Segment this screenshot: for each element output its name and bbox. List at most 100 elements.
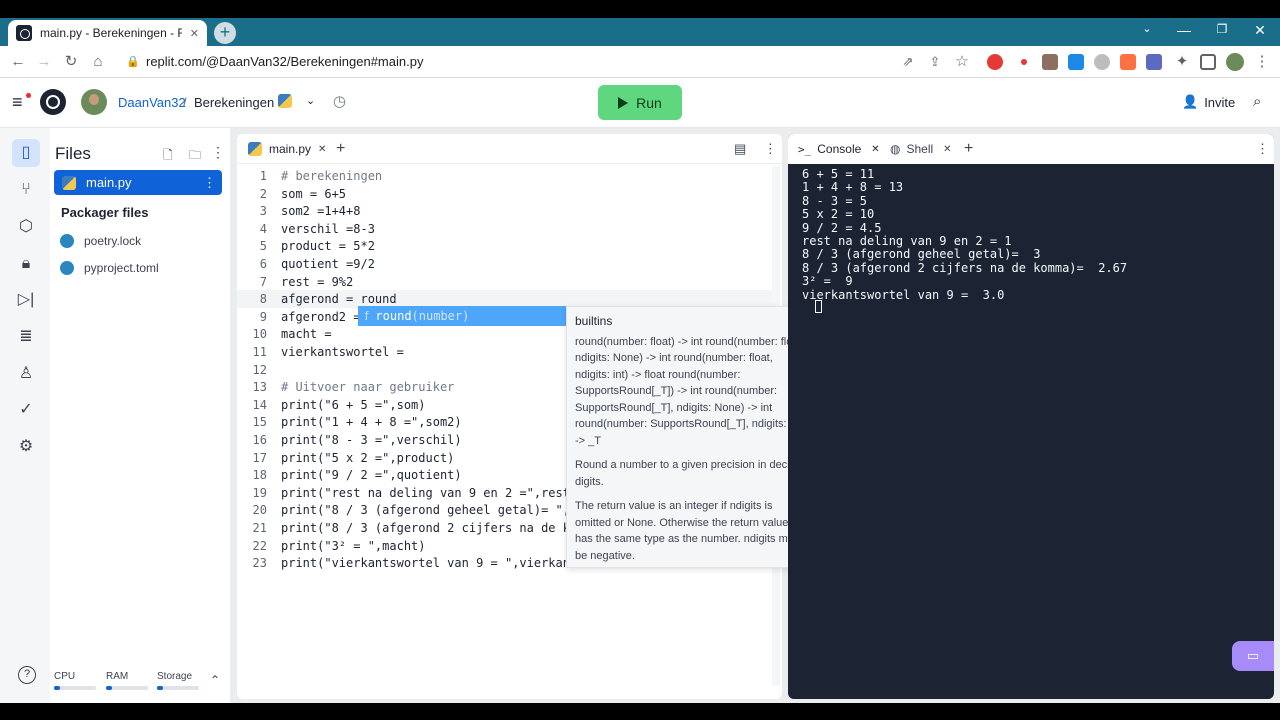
media-extension-icon[interactable] (1146, 54, 1162, 70)
file-item-poetry-lock[interactable]: poetry.lock (60, 234, 141, 248)
line-number: 23 (252, 556, 267, 571)
download-extension-icon[interactable] (1094, 54, 1110, 70)
format-icon[interactable]: ▤ (734, 141, 746, 156)
editor-tab-main-py[interactable]: main.py ✕ (242, 138, 332, 160)
files-tool-icon[interactable]: ▯ (12, 139, 40, 167)
screen-extension-icon[interactable] (1068, 54, 1084, 70)
code-line[interactable]: som = 6+5 (281, 187, 346, 201)
history-icon[interactable]: ◷ (333, 92, 346, 110)
secrets-lock-icon[interactable]: 🔒︎ (12, 250, 40, 278)
auth-user-icon[interactable]: ♙ (12, 360, 40, 388)
code-line[interactable]: print("8 / 3 (afgerond 2 cijfers na de k… (281, 521, 577, 535)
forward-icon[interactable]: → (34, 52, 54, 72)
close-tab-icon[interactable]: ✕ (943, 144, 951, 155)
code-line[interactable]: # Uitvoer naar gebruiker (281, 380, 454, 394)
url-text[interactable]: replit.com/@DaanVan32/Berekeningen#main.… (146, 54, 423, 69)
browser-tab[interactable]: main.py - Berekeningen - Replit ✕ (8, 20, 207, 46)
code-line[interactable]: print("vierkantswortel van 9 = ",vierkan… (281, 556, 577, 570)
new-folder-icon[interactable]: 🗀 (189, 146, 201, 167)
files-menu-icon[interactable]: ⋮ (211, 144, 225, 161)
settings-gear-icon[interactable]: ⚙ (12, 433, 40, 461)
line-number: 6 (259, 257, 267, 271)
chat-feedback-icon[interactable]: ▭ (1232, 641, 1274, 671)
code-line[interactable]: afgerond2 = (281, 310, 360, 324)
autocomplete-item[interactable]: ƒ round (number) (358, 306, 566, 326)
code-line[interactable]: print("9 / 2 =",quotient) (281, 468, 462, 482)
code-line[interactable]: # berekeningen (281, 169, 382, 183)
tab-console[interactable]: >_ Console ✕ (792, 138, 886, 160)
share-icon[interactable]: ⇪ (925, 52, 945, 72)
line-number: 17 (252, 450, 267, 465)
username-link[interactable]: DaanVan32 (118, 95, 186, 110)
home-icon[interactable]: ⌂ (88, 52, 108, 72)
code-line[interactable]: vierkantswortel = (281, 345, 404, 359)
code-line[interactable]: verschil =8-3 (281, 222, 375, 236)
sidepanel-icon[interactable] (1200, 54, 1216, 70)
reload-icon[interactable]: ↻ (61, 52, 81, 72)
close-tab-icon[interactable]: ✕ (871, 144, 879, 155)
invite-button[interactable]: 👤 Invite (1176, 89, 1242, 115)
code-line[interactable]: print("6 + 5 =",som) (281, 398, 426, 412)
close-tab-icon[interactable]: ✕ (318, 144, 326, 155)
new-file-icon[interactable]: 🗋 (163, 146, 173, 167)
adblock-extension-icon[interactable] (987, 54, 1003, 70)
code-line[interactable]: afgerond = round (281, 292, 397, 306)
user-avatar[interactable] (81, 89, 107, 115)
chevron-up-icon[interactable]: ⌃ (210, 673, 220, 687)
line-number: 9 (259, 309, 267, 324)
maximize-button[interactable]: ❐ (1212, 22, 1232, 36)
replit-logo-icon[interactable] (40, 89, 66, 115)
line-number: 20 (252, 503, 267, 518)
editor-menu-icon[interactable]: ⋮ (764, 141, 777, 156)
close-window-button[interactable]: ✕ (1250, 22, 1270, 39)
code-line[interactable]: print("3² = ",macht) (281, 539, 426, 553)
console-output-line: 6 + 5 = 11 (802, 167, 875, 181)
line-number: 21 (252, 521, 267, 535)
packages-tool-icon[interactable]: ⬡ (12, 213, 40, 241)
shell-icon: ◍ (890, 142, 901, 156)
code-line[interactable]: quotient =9/2 (281, 257, 375, 271)
lock-icon[interactable]: 🔒 (126, 55, 140, 68)
repl-name[interactable]: Berekeningen (194, 95, 274, 110)
debugger-tool-icon[interactable]: ▷| (12, 286, 40, 314)
database-tool-icon[interactable]: ≣ (12, 323, 40, 351)
add-tab-icon[interactable]: + (336, 140, 345, 158)
code-line[interactable]: rest = 9%2 (281, 275, 353, 289)
cpu-label: CPU (54, 671, 76, 682)
code-line[interactable]: print("rest na deling van 9 en 2 =",rest… (281, 486, 577, 500)
file-item-main-py[interactable]: main.py ⋮ (54, 170, 222, 195)
extensions-puzzle-icon[interactable]: ✦ (1172, 52, 1192, 72)
screen-bottom-bar (0, 703, 1280, 720)
line-number: 5 (259, 239, 267, 254)
code-line[interactable]: print("8 / 3 (afgerond geheel getal)= ",… (281, 503, 577, 517)
profile-avatar-icon[interactable] (1226, 53, 1244, 71)
code-line[interactable]: print("8 - 3 =",verschil) (281, 433, 462, 447)
file-item-pyproject-toml[interactable]: pyproject.toml (60, 261, 159, 275)
close-tab-icon[interactable]: ✕ (190, 27, 199, 40)
new-tab-button[interactable]: + (214, 22, 236, 44)
code-line[interactable]: print("1 + 4 + 8 =",som2) (281, 415, 462, 429)
add-tab-icon[interactable]: + (964, 140, 973, 158)
chevron-down-icon[interactable]: ⌄ (306, 94, 315, 107)
open-external-icon[interactable]: ⇗ (898, 52, 918, 72)
back-icon[interactable]: ← (8, 52, 28, 72)
console-menu-icon[interactable]: ⋮ (1256, 141, 1269, 157)
tab-search-icon[interactable]: ⌄ (1137, 22, 1157, 35)
brave-extension-icon[interactable] (1120, 54, 1136, 70)
code-line[interactable]: print("5 x 2 =",product) (281, 451, 454, 465)
code-line[interactable]: product = 5*2 (281, 239, 375, 253)
help-icon[interactable]: ? (18, 666, 36, 684)
tab-shell[interactable]: ◍ Shell ✕ (890, 138, 952, 160)
eyedropper-extension-icon[interactable] (1042, 54, 1058, 70)
run-button[interactable]: Run (598, 85, 682, 120)
browser-menu-icon[interactable]: ⋮ (1252, 52, 1272, 72)
code-line[interactable]: som2 =1+4+8 (281, 204, 360, 218)
bookmark-star-icon[interactable]: ☆ (952, 52, 972, 72)
git-tool-icon[interactable]: ⑂ (12, 176, 40, 204)
file-menu-icon[interactable]: ⋮ (203, 175, 216, 191)
record-extension-icon[interactable] (1016, 54, 1032, 70)
minimize-button[interactable]: — (1174, 22, 1194, 38)
code-line[interactable]: macht = (281, 327, 332, 341)
search-icon[interactable]: ⌕ (1253, 93, 1261, 110)
checkmark-icon[interactable]: ✓ (12, 396, 40, 424)
